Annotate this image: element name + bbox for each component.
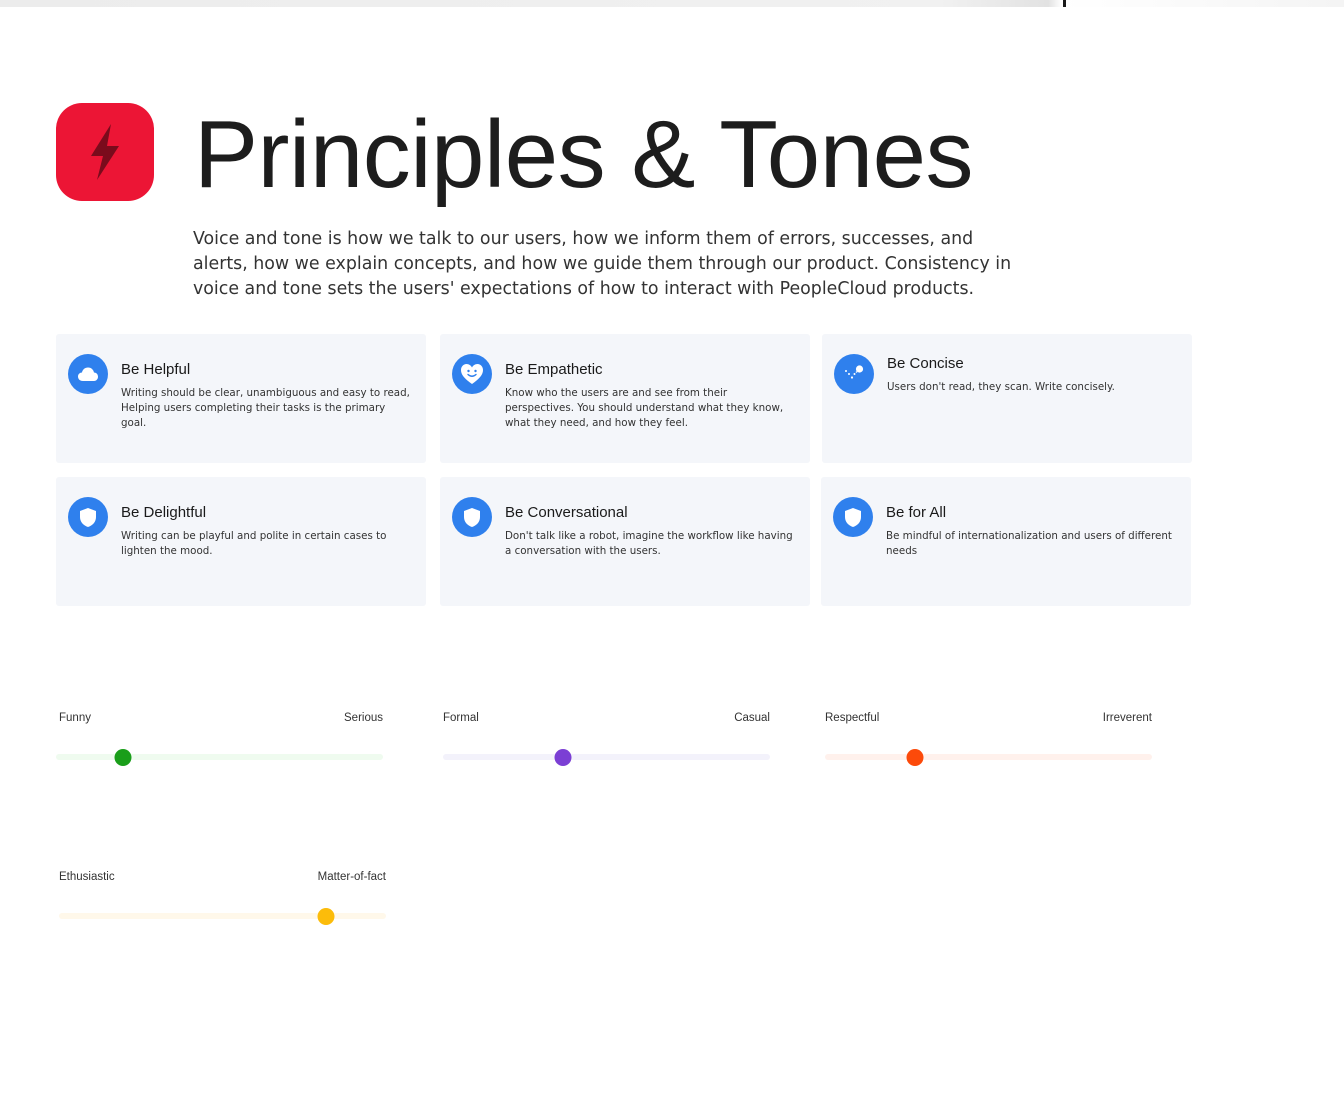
principle-description: Writing can be playful and polite in cer… [121,530,387,557]
shield-icon [68,497,108,537]
principle-card-empathetic: Be Empathetic Know who the users are and… [440,334,810,463]
principle-card-delightful: Be Delightful Writing can be playful and… [56,477,426,606]
principle-title: Be Concise [887,355,964,372]
principle-description: Don't talk like a robot, imagine the wor… [505,530,793,557]
shield-icon [833,497,873,537]
tone-slider-enthusiastic-matter-of-fact[interactable]: Ethusiastic Matter-of-fact [59,871,386,931]
scatter-dots-icon [834,354,874,394]
app-icon [56,103,154,201]
principle-description: Writing should be clear, unambiguous and… [121,387,410,429]
slider-right-label: Casual [734,712,770,724]
slider-track[interactable] [56,754,383,760]
principle-title: Be Delightful [121,504,207,521]
slider-left-label: Respectful [825,712,880,724]
lightning-icon [91,124,119,180]
principle-description: Users don't read, they scan. Write conci… [887,381,1115,393]
top-strip-divider [1063,0,1066,7]
shield-icon [452,497,492,537]
top-scroll-strip [0,0,1344,7]
principle-title: Be Conversational [505,504,628,521]
slider-left-label: Formal [443,712,479,724]
tone-slider-formal-casual[interactable]: Formal Casual [443,712,770,772]
intro-paragraph: Voice and tone is how we talk to our use… [193,229,1012,299]
principle-title: Be Helpful [121,361,191,378]
principle-description: Be mindful of internationalization and u… [886,530,1172,557]
principle-title: Be Empathetic [505,361,603,378]
slider-track[interactable] [825,754,1152,760]
principle-card-concise: Be Concise Users don't read, they scan. … [822,334,1192,463]
slider-thumb[interactable] [317,908,335,925]
heart-smile-icon [452,354,492,394]
slider-track[interactable] [443,754,770,760]
tone-slider-respectful-irreverent[interactable]: Respectful Irreverent [825,712,1152,772]
principle-description: Know who the users are and see from thei… [505,387,784,429]
slider-thumb[interactable] [554,749,572,766]
principle-card-conversational: Be Conversational Don't talk like a robo… [440,477,810,606]
slider-track[interactable] [59,913,386,919]
principle-card-for-all: Be for All Be mindful of internationaliz… [821,477,1191,606]
cloud-icon [68,354,108,394]
slider-thumb[interactable] [906,749,924,766]
slider-thumb[interactable] [114,749,132,766]
page-title: Principles & Tones [194,101,973,208]
slider-right-label: Irreverent [1102,712,1152,724]
slider-right-label: Matter-of-fact [317,871,386,883]
principle-title: Be for All [886,504,947,521]
principle-card-helpful: Be Helpful Writing should be clear, unam… [56,334,426,463]
slider-left-label: Ethusiastic [59,871,115,883]
slider-right-label: Serious [344,712,383,724]
tone-slider-funny-serious[interactable]: Funny Serious [56,712,383,772]
slider-left-label: Funny [59,712,91,724]
